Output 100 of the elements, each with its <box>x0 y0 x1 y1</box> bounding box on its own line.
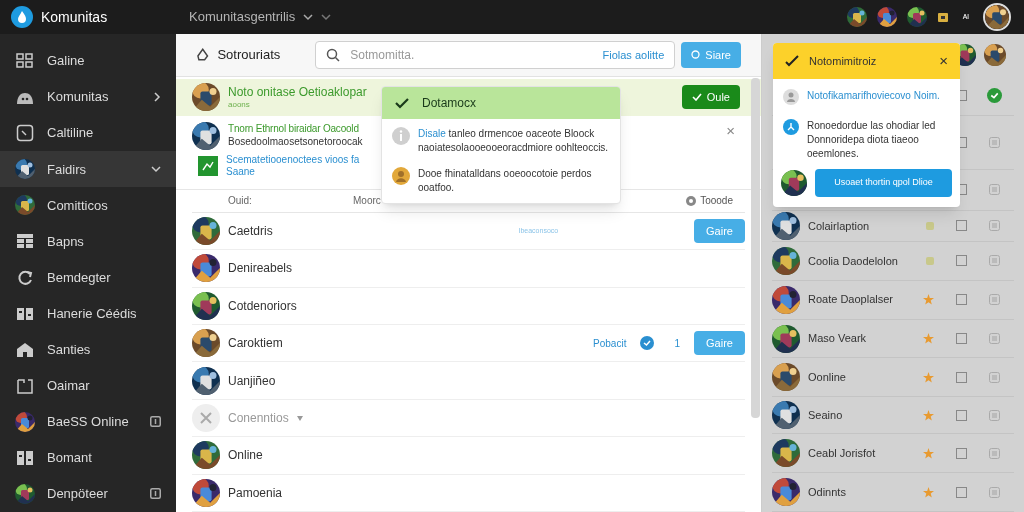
status-label: Pobacit <box>593 336 627 351</box>
checkbox[interactable] <box>956 294 967 306</box>
column-header: Moorc <box>353 194 381 209</box>
blocks-icon <box>16 305 34 322</box>
caret-down-icon <box>296 415 303 421</box>
dropdown-title: Dotamocx <box>422 95 477 112</box>
row-name: Conenntios <box>228 410 289 427</box>
chart-icon <box>198 156 218 177</box>
star-icon[interactable] <box>923 409 934 421</box>
checkbox[interactable] <box>956 447 967 459</box>
row-name: Denireabels <box>228 260 293 278</box>
sidebar-item[interactable]: Caltiline <box>0 115 176 152</box>
window-icon <box>150 488 161 500</box>
grid-icon <box>16 53 34 70</box>
share-icon <box>783 119 799 135</box>
checkbox[interactable] <box>956 486 967 498</box>
circle-icon <box>691 50 701 60</box>
dropdown-item[interactable]: Dooe fhinatalldans ooeoocotoie perdos ooatfoo. <box>382 167 620 203</box>
column-header: Ouid: <box>228 194 253 209</box>
sidebar-item[interactable]: Faidirs <box>0 151 176 188</box>
column-header: Tooode <box>700 194 733 209</box>
sidebar-item[interactable]: Oaimar <box>0 367 176 404</box>
contact-name: Colairlaption <box>808 218 871 234</box>
star-icon[interactable] <box>923 486 934 498</box>
sidebar-item[interactable]: Bemdegter <box>0 259 176 296</box>
chevron-down-icon[interactable] <box>321 13 332 21</box>
sidebar-item[interactable]: BaeSS Online <box>0 403 176 440</box>
person-icon <box>783 89 799 105</box>
close-button[interactable]: × <box>939 49 948 73</box>
checkbox[interactable] <box>956 255 967 267</box>
dropdown-text: Dooe fhinatalldans ooeoocotoie perdos ooatfoo. <box>418 167 593 195</box>
contact-name: Oonline <box>808 370 847 386</box>
refresh-icon <box>16 268 34 287</box>
sidebar-item[interactable]: Komunitas <box>0 79 176 116</box>
eye-icon <box>686 195 697 206</box>
sidebar-item[interactable]: Bomant <box>0 439 176 476</box>
row-name: Pamoenia <box>228 484 283 502</box>
person-icon <box>392 167 410 185</box>
search-field[interactable]: Sotmomitta. <box>350 45 603 64</box>
contact-name: Maso Veark <box>808 331 868 347</box>
sidebar-item[interactable]: Denpöteer <box>0 475 176 512</box>
sidebar-item[interactable]: Comitticos <box>0 187 176 224</box>
sidebar-item[interactable]: Galine <box>0 43 176 80</box>
table-icon <box>16 233 34 250</box>
star-icon[interactable] <box>923 333 934 345</box>
search-icon <box>326 47 341 62</box>
notification-text: Ronoedordue las ohodiar led Donnoridepa diota tiaeoo oeemlones. <box>807 119 937 161</box>
notification-title: Notomimitroiz <box>809 53 878 69</box>
star-icon[interactable] <box>923 447 934 459</box>
banner-title: Noto onitase Oetioaklopar <box>228 84 367 100</box>
contact-name: Roate Daoplalser <box>808 292 894 308</box>
contact-name: Ceabl Jorisfot <box>808 445 877 461</box>
info-icon <box>392 127 410 145</box>
sidebar-item[interactable]: Hanerie Céédis <box>0 295 176 332</box>
folder-icon <box>16 376 34 395</box>
notice-text: Bosedoolmaosetsonetoroocak <box>228 135 363 149</box>
row-name: Cotdenoriors <box>228 297 297 315</box>
blocks-icon <box>16 449 34 466</box>
search-bar[interactable]: Sotmomitta. Fiolas aolitte <box>315 40 676 69</box>
square-icon <box>16 124 34 143</box>
confirm-button[interactable]: Oule <box>681 85 740 110</box>
checkbox[interactable] <box>956 333 967 345</box>
checkbox[interactable] <box>956 409 967 421</box>
sidebar-item[interactable]: Santies <box>0 331 176 368</box>
star-icon[interactable] <box>923 294 934 306</box>
tools-icon <box>192 404 220 432</box>
profile-avatar[interactable] <box>983 3 1011 31</box>
search-hint: Fiolas aolitte <box>602 47 665 63</box>
notification-text: Notofikamarifhoviecovo Noim. <box>807 89 940 103</box>
row-name: Caetdris <box>228 223 273 241</box>
check-icon <box>395 97 409 109</box>
logo-icon <box>11 6 33 28</box>
contact-name: Coolia Daodelolon <box>808 253 899 269</box>
window-icon <box>150 416 161 428</box>
folder-icon[interactable] <box>936 11 949 23</box>
star-icon[interactable] <box>923 371 934 383</box>
breadcrumb[interactable]: Komunitasgentrilis <box>189 7 296 27</box>
badge-label: ᴬᴵ <box>962 10 969 25</box>
checkbox[interactable] <box>956 371 967 383</box>
check-icon <box>691 93 702 102</box>
notice-title: Tnorn Ethrnol biraidar Oacoold <box>228 123 360 136</box>
contact-name: Seaino <box>808 408 844 424</box>
scrollbar[interactable] <box>751 78 760 418</box>
app-name: Komunitas <box>41 7 109 27</box>
notice-link[interactable]: Scematetiooenoctees vioos fa <box>226 153 360 167</box>
row-name: Uanjiñeo <box>228 372 276 390</box>
checkbox[interactable] <box>956 220 967 232</box>
chevron-down-icon[interactable] <box>303 13 314 21</box>
dropdown-item[interactable]: Disale tanleo drmencoe oaceote Bloock naoiatesolaooeooeoracdmiore oohlteoccis. <box>382 119 620 167</box>
banner-subtitle: aoons <box>228 99 250 110</box>
row-name: Online <box>228 447 263 465</box>
dropdown-text: Disale tanleo drmencoe oaceote Bloock naoiatesolaooeooeoracdmiore oohlteoccis. <box>418 127 610 155</box>
notice-link-subtitle: Saane <box>226 166 256 179</box>
contact-name: Odinnts <box>808 484 847 500</box>
check-icon <box>785 55 799 67</box>
row-name: Caroktiem <box>228 335 283 353</box>
close-button[interactable]: × <box>726 119 735 143</box>
house-icon <box>16 341 34 358</box>
page-title: Sotrouriats <box>217 46 282 65</box>
sidebar-item[interactable]: Bapns <box>0 223 176 260</box>
